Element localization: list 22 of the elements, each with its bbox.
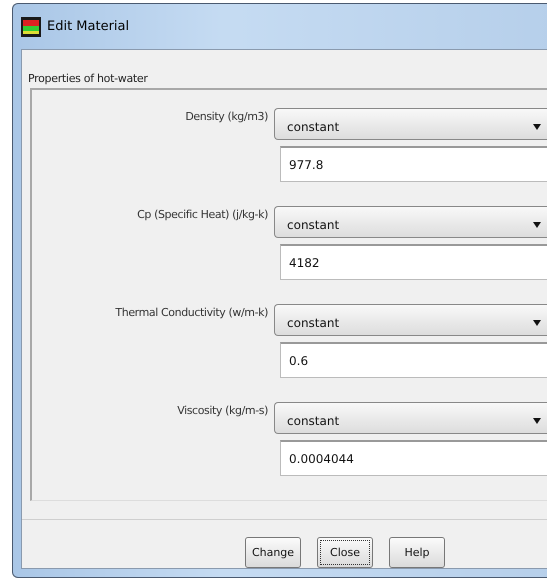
dropdown-arrow-icon	[533, 124, 541, 130]
value-field[interactable]: 977.8	[280, 146, 547, 182]
property-label: Thermal Conductivity (w/m-k)	[114, 305, 268, 321]
dropdown-arrow-icon	[533, 320, 541, 326]
dialog-button[interactable]: Help	[389, 537, 445, 568]
method-dropdown[interactable]: constant	[274, 108, 547, 140]
property-label: Viscosity (kg/m-s)	[176, 403, 268, 419]
property-label: Cp (Specific Heat) (j/kg-k)	[136, 207, 268, 223]
dialog-button[interactable]: Change	[245, 537, 301, 568]
method-dropdown[interactable]: constant	[274, 206, 547, 238]
group-title: Properties of hot-water	[28, 72, 149, 85]
value-field[interactable]: 0.0004044	[280, 440, 547, 476]
dialog-button[interactable]: Close	[317, 537, 373, 568]
window-title: Edit Material	[47, 19, 130, 34]
method-dropdown[interactable]: constant	[274, 304, 547, 336]
property-label: Density (kg/m3)	[184, 109, 268, 125]
dropdown-arrow-icon	[533, 418, 541, 424]
method-dropdown[interactable]: constant	[274, 402, 547, 434]
app-icon	[21, 16, 41, 36]
value-field[interactable]: 0.6	[280, 342, 547, 378]
dropdown-arrow-icon	[533, 222, 541, 228]
value-field[interactable]: 4182	[280, 244, 547, 280]
